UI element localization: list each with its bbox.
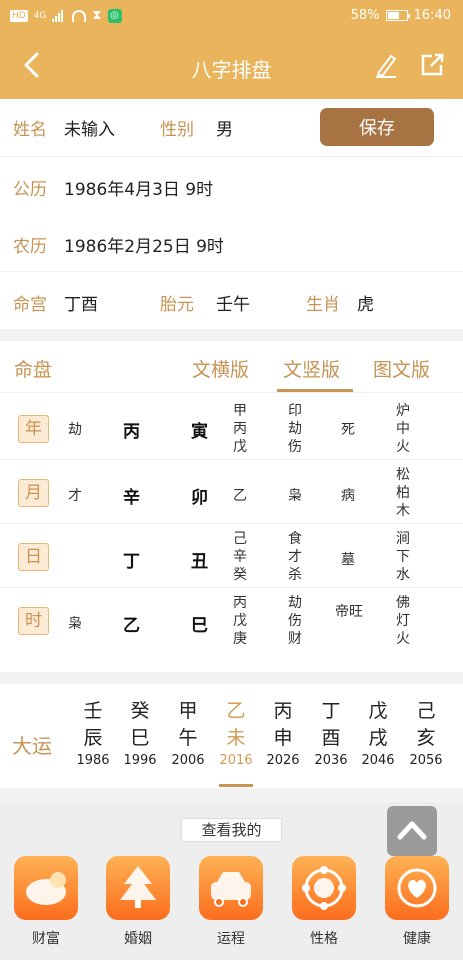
wifi-icon (72, 9, 87, 22)
dayun-section: 大运 壬辰 1986 癸巳 1996 甲午 2006 乙未 2016 丙申 2026 丁酉… (0, 684, 463, 788)
network-type: 4G (33, 10, 47, 21)
minggong-value: 丁酉 (64, 295, 98, 315)
heavenly-stem: 辛 (123, 488, 140, 508)
growth-state: 死 (341, 422, 355, 438)
name-gender-row: 姓名 未输入 性别 男 保存 (0, 99, 463, 157)
nayin: 炉中火 (396, 403, 410, 455)
tab-vertical[interactable]: 文竖版 (283, 355, 340, 382)
app-header: HD 4G ⧗ ◎ 58% 16:40 八字排盘 (0, 0, 463, 99)
lunar-date-row[interactable]: 农历 1986年2月25日 9时 (0, 214, 463, 272)
nayin: 松柏木 (396, 467, 410, 519)
func-personality[interactable]: 性格 (292, 856, 356, 948)
cangshen: 枭 (288, 488, 302, 504)
battery-icon (385, 10, 410, 21)
dayun-item[interactable]: 戊戌 2046 (354, 698, 402, 770)
fortune-icon (199, 856, 263, 920)
name-value[interactable]: 未输入 (64, 115, 115, 140)
lunar-value: 1986年2月25日 9时 (64, 237, 224, 257)
dayun-item[interactable]: 己亥 2056 (402, 698, 450, 770)
battery-percent: 58% (350, 8, 380, 23)
cangshen: 印劫伤 (288, 403, 302, 455)
clock: 16:40 (413, 8, 451, 23)
zodiac-value: 虎 (357, 295, 374, 315)
growth-state: 墓 (341, 552, 355, 568)
dayun-item[interactable]: 癸巳 1996 (116, 698, 164, 770)
pillar-badge: 日 (18, 543, 49, 571)
gender-label: 性别 (160, 120, 194, 140)
pillar-badge: 时 (18, 607, 49, 635)
mingpan-header: 命盘 文横版 文竖版 图文版 (0, 341, 463, 393)
personality-icon (292, 856, 356, 920)
pillar-badge: 年 (18, 415, 49, 443)
save-button[interactable]: 保存 (320, 108, 434, 146)
pillar-row-day: 日 丁 丑 己辛癸 食才杀 墓 涧下水 (0, 525, 463, 588)
taiyuan-value: 壬午 (216, 295, 250, 315)
pillar-row-month: 月 才 辛 卯 乙 枭 病 松柏木 (0, 461, 463, 524)
lunar-label: 农历 (13, 237, 47, 257)
pillar-badge: 月 (18, 479, 49, 507)
func-fortune[interactable]: 运程 (199, 856, 263, 948)
taiyuan-label: 胎元 (160, 295, 194, 315)
earthly-branch: 寅 (191, 422, 208, 442)
active-dayun-indicator (219, 784, 253, 787)
nayin: 涧下水 (396, 531, 410, 583)
sim-tag: HD (10, 9, 28, 22)
zodiac-label: 生肖 (306, 295, 340, 315)
solar-value: 1986年4月3日 9时 (64, 180, 214, 200)
canggan: 己辛癸 (233, 531, 247, 583)
dayun-item[interactable]: 丙申 2026 (259, 698, 307, 770)
func-marriage[interactable]: 婚姻 (106, 856, 170, 948)
solar-date-row[interactable]: 公历 1986年4月3日 9时 (0, 157, 463, 215)
health-icon (385, 856, 449, 920)
wealth-icon (14, 856, 78, 920)
mingpan-title: 命盘 (14, 359, 53, 381)
cangshen: 食才杀 (288, 531, 302, 583)
canggan: 乙 (233, 488, 247, 504)
tab-graphic[interactable]: 图文版 (373, 355, 430, 382)
solar-label: 公历 (13, 180, 47, 200)
minggong-label: 命宫 (13, 295, 47, 315)
dayun-item[interactable]: 丁酉 2036 (307, 698, 355, 770)
func-wealth[interactable]: 财富 (14, 856, 78, 948)
chevron-up-icon (397, 821, 427, 840)
growth-state: 帝旺 (335, 604, 363, 620)
dayun-label: 大运 (12, 734, 52, 758)
gender-value[interactable]: 男 (216, 115, 233, 140)
app-notification-icon: ◎ (107, 8, 122, 23)
earthly-branch: 巳 (191, 616, 208, 636)
shishen: 劫 (68, 422, 82, 438)
minggong-row: 命宫 丁酉 胎元 壬午 生肖 虎 (0, 272, 463, 330)
active-tab-indicator (277, 389, 353, 392)
pillar-row-year: 年 劫 丙 寅 甲丙戊 印劫伤 死 炉中火 (0, 397, 463, 460)
shishen: 才 (68, 488, 82, 504)
func-health[interactable]: 健康 (385, 856, 449, 948)
nav-bar: 八字排盘 (0, 34, 463, 99)
earthly-branch: 丑 (191, 552, 208, 572)
marriage-icon (106, 856, 170, 920)
view-my-title: 查看我的 (181, 818, 282, 842)
status-bar: HD 4G ⧗ ◎ 58% 16:40 (0, 0, 463, 34)
mingpan-panel: 命盘 文横版 文竖版 图文版 年 劫 丙 寅 甲丙戊 印劫伤 死 炉中火 月 才… (0, 341, 463, 672)
share-external-icon[interactable] (419, 52, 445, 78)
hourglass-icon: ⧗ (92, 8, 102, 23)
growth-state: 病 (341, 488, 355, 504)
earthly-branch: 卯 (191, 488, 208, 508)
canggan: 甲丙戊 (233, 403, 247, 455)
nayin: 佛灯火 (396, 595, 410, 647)
heavenly-stem: 乙 (123, 616, 140, 636)
canggan: 丙戊庚 (233, 595, 247, 647)
heavenly-stem: 丁 (123, 552, 140, 572)
scroll-top-button[interactable] (387, 806, 437, 856)
edit-pencil-icon[interactable] (373, 52, 399, 78)
shishen: 枭 (68, 616, 82, 632)
cangshen: 劫伤财 (288, 595, 302, 647)
heavenly-stem: 丙 (123, 422, 140, 442)
dayun-item[interactable]: 壬辰 1986 (69, 698, 117, 770)
dayun-item[interactable]: 甲午 2006 (164, 698, 212, 770)
tab-horizontal[interactable]: 文横版 (192, 355, 249, 382)
pillar-row-hour: 时 枭 乙 巳 丙戊庚 劫伤财 帝旺 佛灯火 (0, 589, 463, 652)
name-label: 姓名 (13, 120, 47, 140)
dayun-item-active[interactable]: 乙未 2016 (212, 698, 260, 770)
signal-icon (52, 9, 66, 22)
